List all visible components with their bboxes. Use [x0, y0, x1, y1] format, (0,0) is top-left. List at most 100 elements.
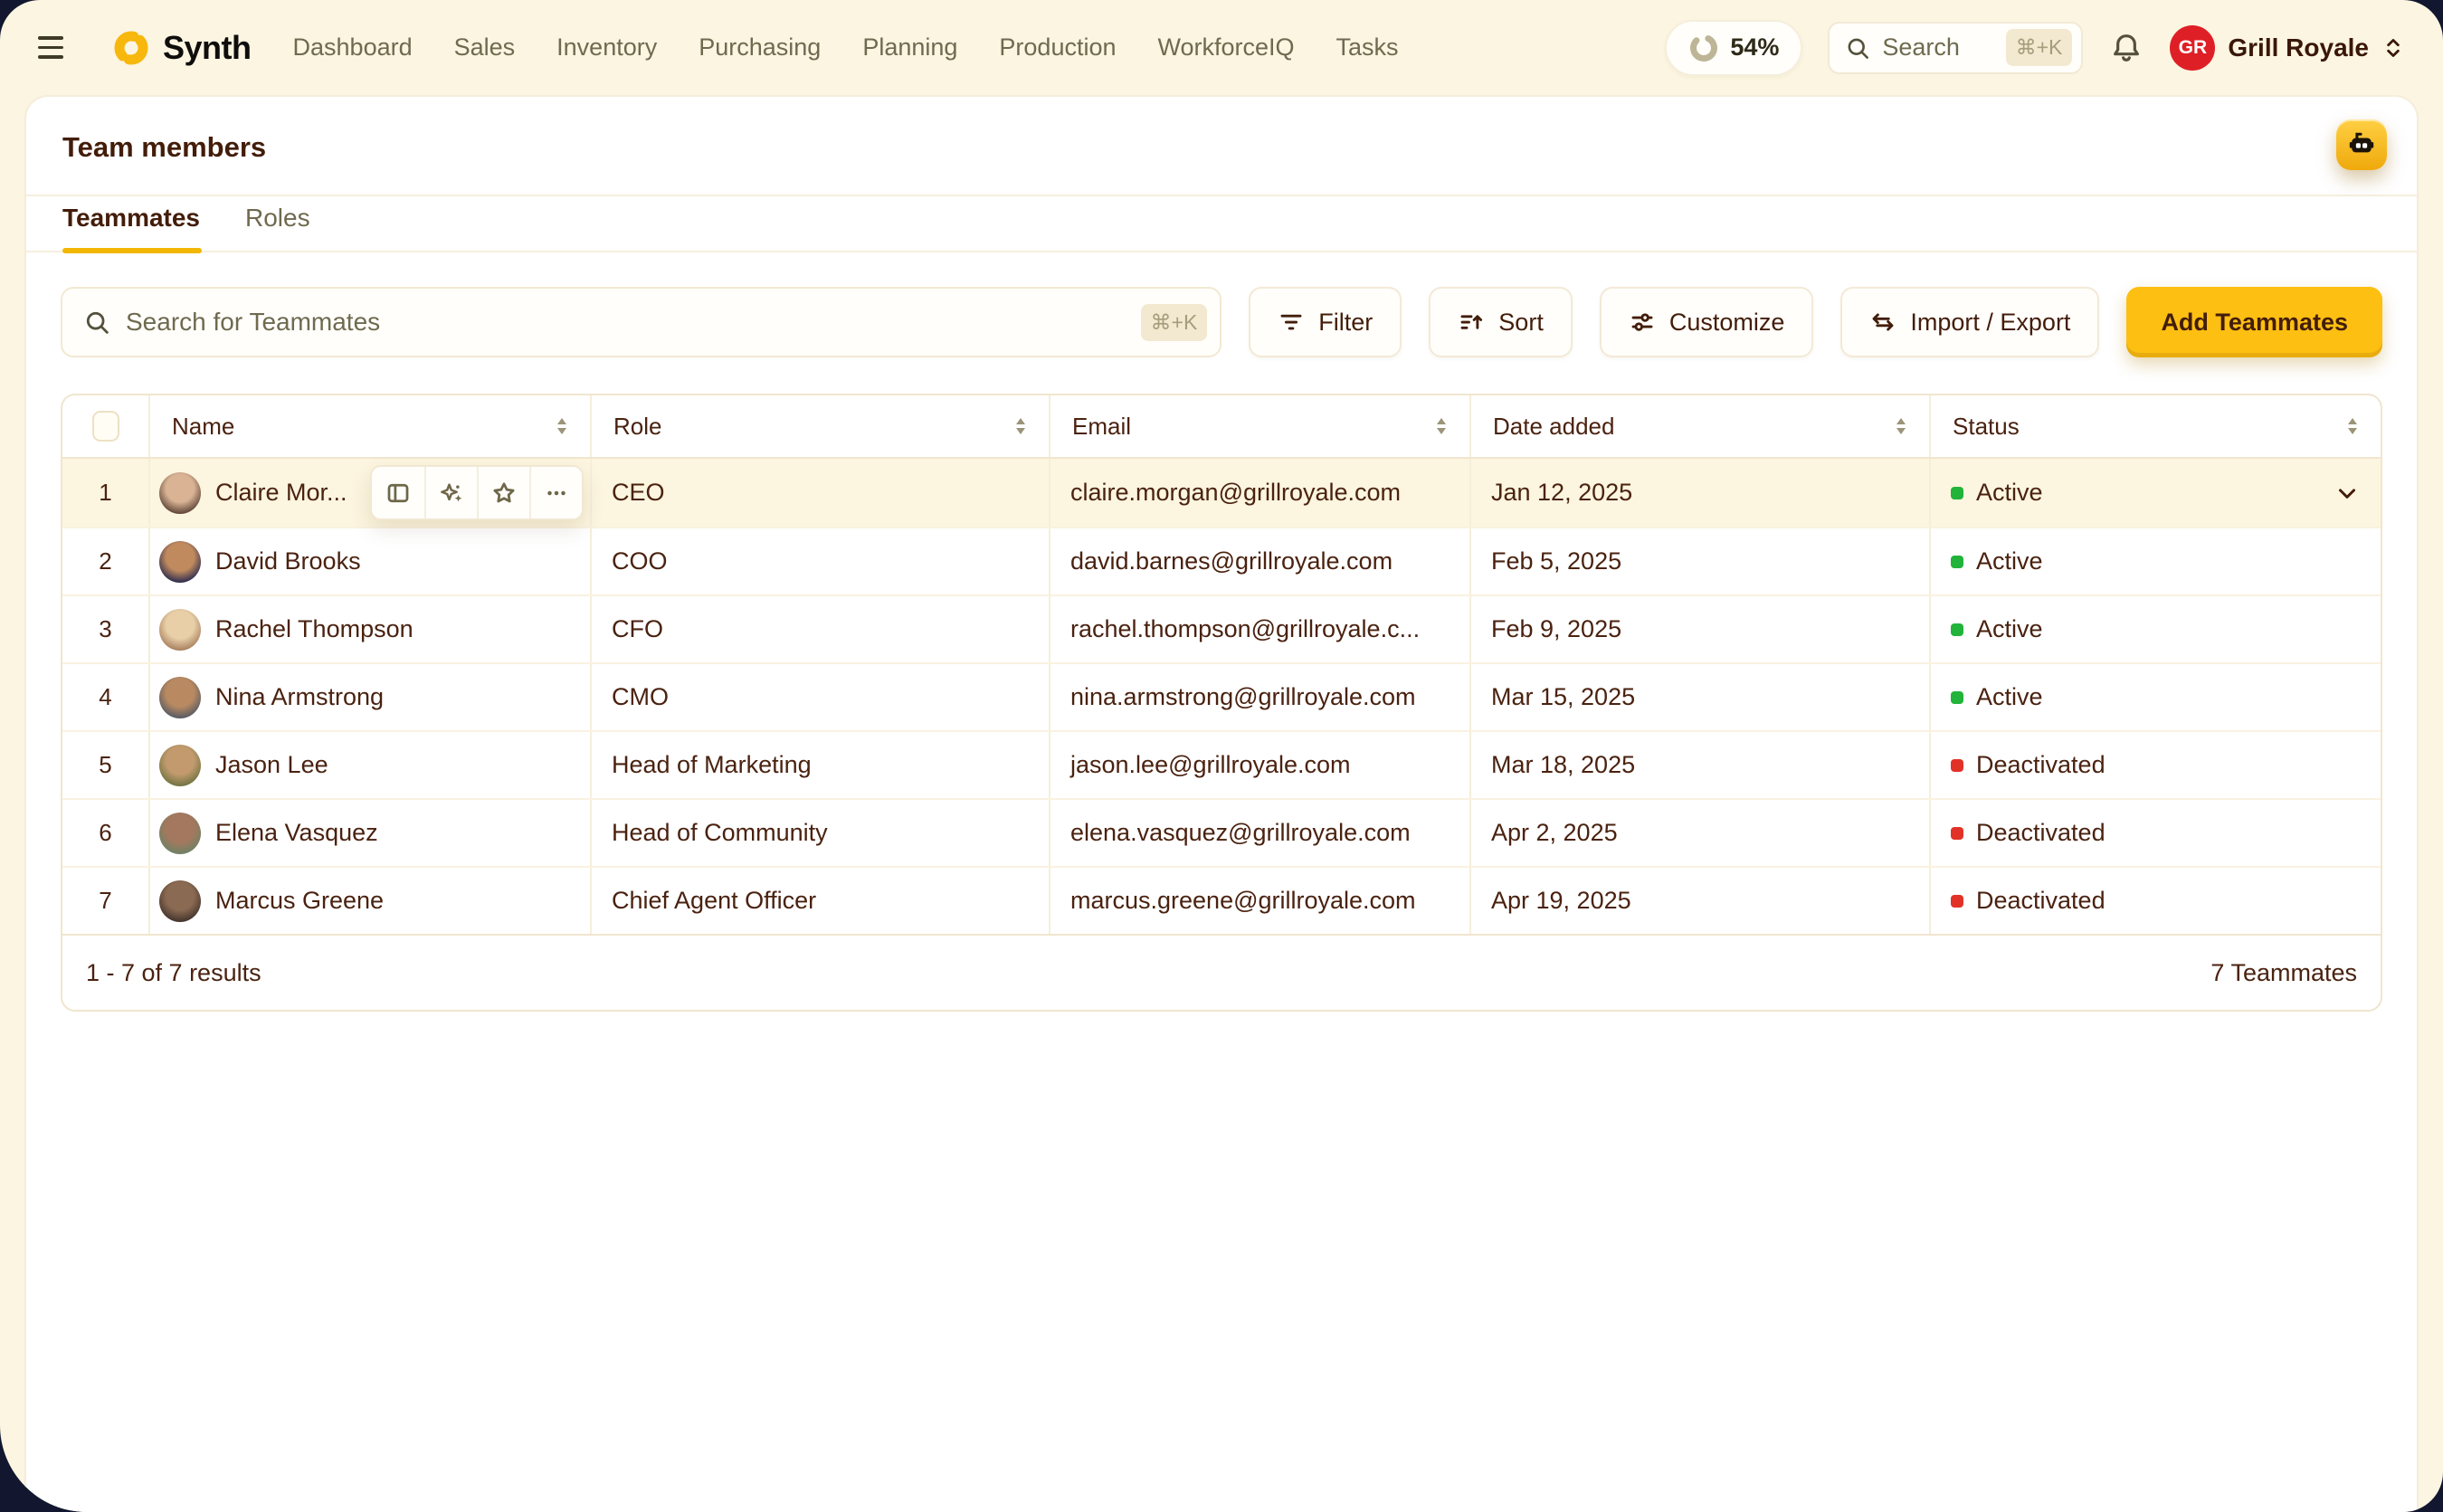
sort-button[interactable]: Sort	[1429, 287, 1573, 357]
customize-button[interactable]: Customize	[1600, 287, 1814, 357]
table-body: 1 Claire Mor... CEO claire.morgan@grillr…	[62, 459, 2381, 934]
role-cell: Head of Marketing	[590, 732, 1049, 798]
column-header-role[interactable]: Role	[590, 395, 1049, 457]
status-label: Active	[1976, 683, 2043, 711]
table-row[interactable]: 7 Marcus Greene Chief Agent Officer marc…	[62, 866, 2381, 934]
gauge-ring-icon	[1688, 33, 1719, 63]
teammates-search-input[interactable]: Search for Teammates ⌘+K	[61, 287, 1222, 357]
global-search-input[interactable]: Search ⌘+K	[1828, 22, 2083, 74]
status-select[interactable]: Active	[1929, 596, 2381, 662]
nav-link-workforceiq[interactable]: WorkforceIQ	[1158, 33, 1295, 62]
side-panel-icon	[385, 480, 412, 507]
teammates-search-shortcut: ⌘+K	[1141, 304, 1208, 341]
more-actions-button[interactable]	[529, 467, 582, 518]
status-select[interactable]: Deactivated	[1929, 732, 2381, 798]
sort-arrows-icon	[1891, 413, 1911, 440]
ai-action-button[interactable]	[424, 467, 477, 518]
usage-gauge[interactable]: 54%	[1665, 20, 1802, 76]
table-row[interactable]: 1 Claire Mor... CEO claire.morgan@grillr…	[62, 459, 2381, 527]
teammates-count: 7 Teammates	[2210, 959, 2357, 987]
status-select[interactable]: Active	[1929, 528, 2381, 594]
role-cell: COO	[590, 528, 1049, 594]
status-select[interactable]: Deactivated	[1929, 868, 2381, 934]
date-added-cell: Jan 12, 2025	[1469, 459, 1929, 527]
column-label: Email	[1072, 413, 1131, 441]
email-cell: claire.morgan@grillroyale.com	[1049, 459, 1469, 527]
date-added-cell: Feb 5, 2025	[1469, 528, 1929, 594]
email-cell: rachel.thompson@grillroyale.c...	[1049, 596, 1469, 662]
account-menu[interactable]: GR Grill Royale	[2170, 25, 2405, 71]
nav-link-production[interactable]: Production	[999, 33, 1116, 62]
column-header-email[interactable]: Email	[1049, 395, 1469, 457]
status-select[interactable]: Active	[1929, 664, 2381, 730]
teammate-name: Rachel Thompson	[215, 615, 414, 643]
role-cell: CFO	[590, 596, 1049, 662]
table-row[interactable]: 5 Jason Lee Head of Marketing jason.lee@…	[62, 730, 2381, 798]
menu-icon[interactable]	[38, 28, 78, 68]
nav-link-sales[interactable]: Sales	[454, 33, 516, 62]
nav-link-inventory[interactable]: Inventory	[556, 33, 657, 62]
filter-button[interactable]: Filter	[1249, 287, 1402, 357]
status-select[interactable]: Active	[1929, 459, 2381, 527]
teammates-table: Name Role Email Date added Status 1 Clai…	[61, 394, 2382, 1012]
add-teammates-button[interactable]: Add Teammates	[2126, 287, 2382, 357]
notifications-bell-icon[interactable]	[2108, 30, 2144, 66]
tabs-bar: Teammates Roles	[26, 196, 2417, 252]
avatar	[159, 472, 201, 514]
role-cell: CMO	[590, 664, 1049, 730]
import-export-label: Import / Export	[1910, 309, 2070, 337]
ai-sparkles-icon	[438, 480, 465, 507]
customize-label: Customize	[1669, 309, 1785, 337]
favorite-button[interactable]	[477, 467, 529, 518]
column-header-name[interactable]: Name	[148, 395, 590, 457]
status-dot-icon	[1951, 827, 1963, 840]
teammate-name: Marcus Greene	[215, 887, 384, 915]
date-added-cell: Apr 2, 2025	[1469, 800, 1929, 866]
column-label: Name	[172, 413, 234, 441]
column-header-status[interactable]: Status	[1929, 395, 2381, 457]
row-number: 1	[62, 459, 148, 527]
row-actions-toolbar	[370, 465, 584, 520]
avatar	[159, 745, 201, 786]
role-cell: Head of Community	[590, 800, 1049, 866]
global-search-placeholder: Search	[1882, 33, 1994, 62]
nav-link-planning[interactable]: Planning	[862, 33, 957, 62]
date-added-cell: Feb 9, 2025	[1469, 596, 1929, 662]
tab-teammates[interactable]: Teammates	[62, 204, 200, 251]
import-export-button[interactable]: Import / Export	[1840, 287, 2099, 357]
card-header: Team members	[26, 97, 2417, 196]
status-label: Active	[1976, 479, 2043, 507]
status-dot-icon	[1951, 691, 1963, 704]
page-title: Team members	[62, 131, 2381, 164]
robot-icon	[2345, 128, 2378, 161]
main-card: Team members Teammates Roles Search for …	[24, 95, 2419, 1512]
table-row[interactable]: 3 Rachel Thompson CFO rachel.thompson@gr…	[62, 594, 2381, 662]
teammate-name: Elena Vasquez	[215, 819, 378, 847]
brand-logo[interactable]: Synth	[110, 27, 252, 69]
open-side-panel-button[interactable]	[372, 467, 424, 518]
row-number: 7	[62, 868, 148, 934]
nav-link-tasks[interactable]: Tasks	[1336, 33, 1399, 62]
sort-label: Sort	[1498, 309, 1544, 337]
tab-roles[interactable]: Roles	[245, 204, 310, 251]
chevron-up-down-icon	[2381, 34, 2405, 62]
sort-arrows-icon	[552, 413, 572, 440]
status-label: Deactivated	[1976, 751, 2106, 779]
nav-link-dashboard[interactable]: Dashboard	[293, 33, 413, 62]
status-dot-icon	[1951, 623, 1963, 636]
nav-links: Dashboard Sales Inventory Purchasing Plannin…	[293, 33, 1399, 62]
role-cell: CEO	[590, 459, 1049, 527]
email-cell: elena.vasquez@grillroyale.com	[1049, 800, 1469, 866]
column-header-date-added[interactable]: Date added	[1469, 395, 1929, 457]
table-row[interactable]: 4 Nina Armstrong CMO nina.armstrong@gril…	[62, 662, 2381, 730]
avatar	[159, 541, 201, 583]
status-dot-icon	[1951, 556, 1963, 568]
select-all-checkbox[interactable]	[92, 411, 119, 442]
sort-arrows-icon	[1431, 413, 1451, 440]
status-select[interactable]: Deactivated	[1929, 800, 2381, 866]
nav-link-purchasing[interactable]: Purchasing	[699, 33, 821, 62]
table-row[interactable]: 2 David Brooks COO david.barnes@grillroy…	[62, 527, 2381, 594]
email-cell: marcus.greene@grillroyale.com	[1049, 868, 1469, 934]
table-row[interactable]: 6 Elena Vasquez Head of Community elena.…	[62, 798, 2381, 866]
ai-assistant-button[interactable]	[2336, 119, 2387, 170]
